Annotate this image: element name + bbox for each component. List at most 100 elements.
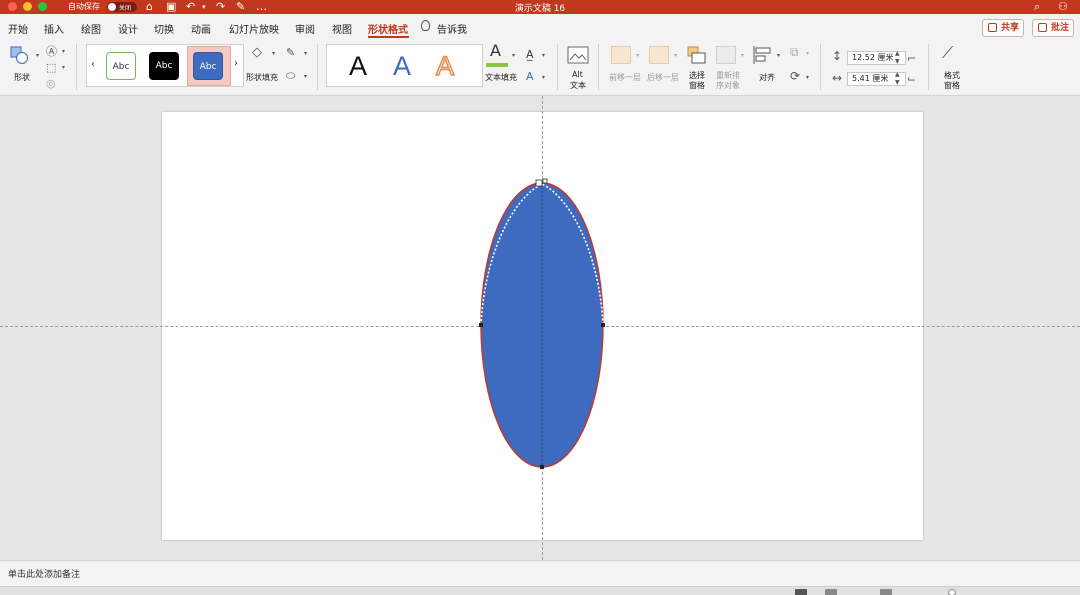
- alt-text-label-line1[interactable]: Alt: [572, 70, 583, 79]
- group-icon[interactable]: ⧉: [790, 46, 799, 59]
- shapes-icon[interactable]: [10, 46, 28, 64]
- bezier-handle[interactable]: [542, 178, 548, 184]
- tab-transitions[interactable]: 切换: [154, 21, 174, 36]
- document-title: 演示文稿 16: [514, 4, 566, 14]
- align-label[interactable]: 对齐: [759, 72, 775, 83]
- send-backward-dropdown-icon[interactable]: ▾: [674, 52, 677, 59]
- share-icon: [988, 23, 997, 32]
- bottom-vertex-handle[interactable]: [540, 465, 544, 469]
- height-decrement-icon[interactable]: ▼: [895, 58, 900, 65]
- ribbon: ▾ 形状 Ⓐ ⬚ ◎ ▾ ▾ ‹ Abc Abc Abc › ◇ ▾ 形状填充 …: [0, 40, 1080, 96]
- text-effects-icon[interactable]: A: [526, 70, 534, 83]
- top-vertex-handle[interactable]: [535, 179, 543, 187]
- notes-pane[interactable]: 单击此处添加备注: [0, 560, 1080, 586]
- send-backward-label[interactable]: 后移一层: [647, 72, 679, 83]
- shape-effects-dropdown-icon[interactable]: ▾: [304, 73, 307, 80]
- shapes-dropdown-icon[interactable]: ▾: [36, 52, 39, 59]
- text-fill-color-swatch: [486, 63, 508, 67]
- reorder-label-line2[interactable]: 序对象: [716, 80, 740, 91]
- text-fill-icon[interactable]: A: [490, 43, 501, 59]
- tab-draw[interactable]: 绘图: [81, 21, 101, 36]
- tab-animations[interactable]: 动画: [191, 21, 211, 36]
- paint-bucket-icon[interactable]: ◇: [252, 46, 262, 59]
- zoom-slider-knob[interactable]: [948, 589, 956, 595]
- reading-view-button[interactable]: [880, 589, 892, 595]
- text-outline-icon[interactable]: A̲: [526, 48, 534, 61]
- text-effects-dropdown-icon[interactable]: ▾: [542, 74, 545, 81]
- wordart-orange-outline[interactable]: A: [435, 50, 455, 82]
- text-outline-dropdown-icon[interactable]: ▾: [542, 52, 545, 59]
- reorder-objects-icon[interactable]: [716, 46, 736, 64]
- shape-style-outline[interactable]: Abc: [106, 52, 136, 80]
- rotate-dropdown-icon[interactable]: ▾: [806, 74, 809, 81]
- selection-pane-label-line2[interactable]: 窗格: [689, 80, 705, 91]
- shape-fill-label[interactable]: 形状填充: [246, 72, 278, 83]
- search-icon[interactable]: ⌕: [1034, 0, 1040, 14]
- merge-shapes-icon[interactable]: ◎: [46, 77, 56, 90]
- send-backward-icon[interactable]: [649, 46, 669, 64]
- selection-pane-icon[interactable]: [687, 46, 707, 64]
- account-icon[interactable]: ⚇: [1058, 0, 1068, 14]
- tab-slideshow[interactable]: 幻灯片放映: [229, 21, 279, 36]
- selected-ellipse-shape[interactable]: [470, 178, 620, 476]
- text-box-icon[interactable]: Ⓐ: [46, 45, 57, 58]
- shape-outline-dropdown-icon[interactable]: ▾: [304, 50, 307, 57]
- shape-width-icon: ↔: [832, 71, 843, 85]
- share-label: 共享: [1001, 23, 1020, 33]
- title-bar: 自动保存 关闭 ⌂ ▣ ↶ ▾ ↷ ✎ … 演示文稿 16 ⌕ ⚇: [0, 0, 1080, 14]
- lock-aspect-icon[interactable]: ⌐: [907, 52, 916, 65]
- ribbon-separator: [76, 44, 77, 90]
- tab-review[interactable]: 审阅: [295, 21, 315, 36]
- text-fill-dropdown-icon[interactable]: ▾: [512, 52, 515, 59]
- reorder-dropdown-icon[interactable]: ▾: [741, 52, 744, 59]
- status-bar: [0, 586, 1080, 595]
- alt-text-label-line2[interactable]: 文本: [570, 80, 586, 91]
- gallery-prev-icon[interactable]: ‹: [91, 59, 95, 70]
- slide-canvas-area[interactable]: [0, 96, 1080, 560]
- bring-forward-label[interactable]: 前移一层: [609, 72, 641, 83]
- tab-view[interactable]: 视图: [332, 21, 352, 36]
- alt-text-icon[interactable]: [567, 46, 589, 64]
- edit-shape-dropdown-icon[interactable]: ▾: [62, 64, 65, 71]
- shape-style-blue[interactable]: Abc: [193, 52, 223, 80]
- height-increment-icon[interactable]: ▲: [895, 50, 900, 57]
- tell-me-input[interactable]: 告诉我: [437, 21, 467, 36]
- left-vertex-handle[interactable]: [479, 323, 483, 327]
- shape-fill-dropdown-icon[interactable]: ▾: [272, 50, 275, 57]
- format-pane-label-line2[interactable]: 窗格: [944, 80, 960, 91]
- shape-height-icon: ↕: [832, 49, 843, 63]
- text-fill-label[interactable]: 文本填充: [485, 72, 517, 83]
- tab-insert[interactable]: 插入: [44, 21, 64, 36]
- align-icon[interactable]: [752, 45, 774, 65]
- rotate-icon[interactable]: ⟳: [790, 70, 800, 83]
- tab-design[interactable]: 设计: [118, 21, 138, 36]
- text-box-dropdown-icon[interactable]: ▾: [62, 48, 65, 55]
- group-dropdown-icon[interactable]: ▾: [806, 50, 809, 57]
- tab-shape-format[interactable]: 形状格式: [368, 21, 408, 36]
- size-dialog-icon[interactable]: ⌙: [907, 72, 916, 85]
- comments-button[interactable]: 批注: [1032, 19, 1074, 37]
- align-dropdown-icon[interactable]: ▾: [777, 52, 780, 59]
- width-decrement-icon[interactable]: ▼: [895, 79, 900, 86]
- shape-effects-icon[interactable]: ⬭: [286, 69, 295, 82]
- shape-style-black[interactable]: Abc: [149, 52, 179, 80]
- notes-placeholder[interactable]: 单击此处添加备注: [8, 567, 80, 580]
- wordart-gallery: A A A: [326, 44, 483, 87]
- ribbon-separator: [820, 44, 821, 90]
- bring-forward-icon[interactable]: [611, 46, 631, 64]
- normal-view-button[interactable]: [795, 589, 807, 595]
- tab-home[interactable]: 开始: [8, 21, 28, 36]
- wordart-black[interactable]: A: [349, 51, 367, 81]
- shape-outline-icon[interactable]: ✎: [286, 46, 295, 59]
- format-pane-icon[interactable]: ⟋: [942, 45, 953, 61]
- gallery-next-icon[interactable]: ›: [234, 58, 238, 69]
- edit-shape-icon[interactable]: ⬚: [46, 61, 56, 74]
- share-button[interactable]: 共享: [982, 19, 1024, 37]
- right-vertex-handle[interactable]: [601, 323, 605, 327]
- width-increment-icon[interactable]: ▲: [895, 71, 900, 78]
- wordart-blue[interactable]: A: [393, 51, 411, 81]
- slide-sorter-button[interactable]: [825, 589, 837, 595]
- bring-forward-dropdown-icon[interactable]: ▾: [636, 52, 639, 59]
- ribbon-separator: [557, 44, 558, 90]
- active-tab-indicator: [368, 36, 409, 38]
